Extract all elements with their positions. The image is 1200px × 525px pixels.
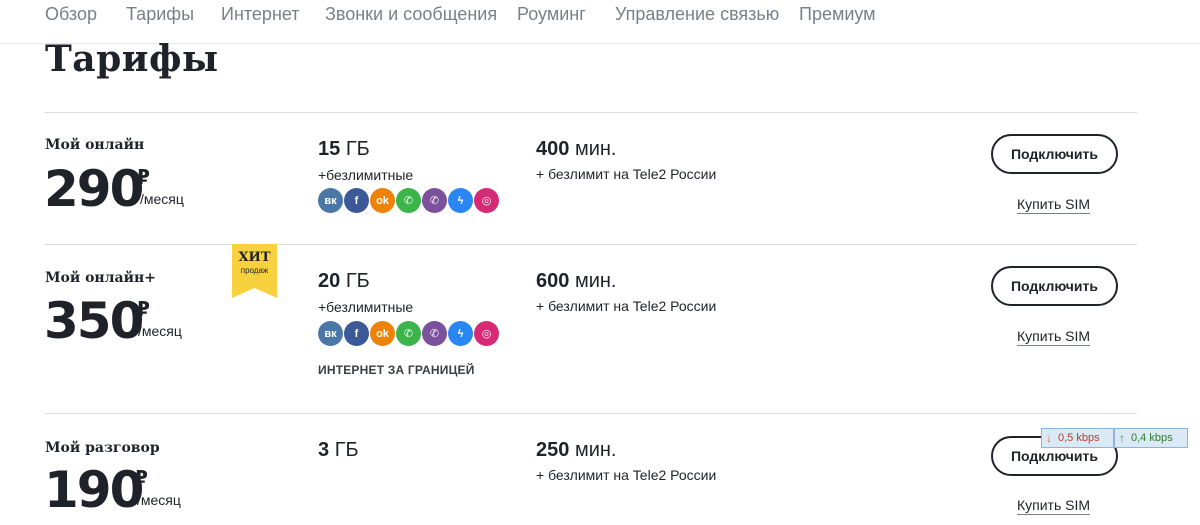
hit-badge-title: ХИТ [238,250,271,265]
data-unit: ГБ [345,138,370,160]
data-allowance: 20 ГБ [318,270,370,293]
minutes-amount: 400 [536,138,570,160]
download-speed-value: 0,5 kbps [1058,432,1100,444]
price-period: /месяц [140,191,184,207]
divider [45,244,1137,245]
messenger-icon: ϟ [448,188,473,213]
tariff-price: 290 [44,160,144,218]
data-allowance: 3 ГБ [318,439,359,462]
upload-speed-indicator: ↑ 0,4 kbps [1114,428,1188,448]
odnoklassniki-icon: ok [370,188,395,213]
tariff-name: Мой разговор [45,440,160,456]
messenger-icon: ϟ [448,321,473,346]
nav-item-calls-messages[interactable]: Звонки и сообщения [325,4,497,25]
facebook-icon: f [344,188,369,213]
data-unit: ГБ [345,270,370,292]
data-amount: 3 [318,439,330,461]
minutes-unit: мин. [574,270,617,292]
tariff-price: 190 [44,461,144,519]
tariff-name: Мой онлайн+ [45,270,156,286]
tariff-name: Мой онлайн [45,137,145,153]
divider [45,413,1137,414]
unlimited-apps: вк f ok ✆ ✆ ϟ ◎ [318,188,499,213]
nav-item-roaming[interactable]: Роуминг [517,4,586,25]
minutes-allowance: 250 мин. [536,439,616,462]
unlimited-label: +безлимитные [318,167,414,183]
vk-icon: вк [318,321,343,346]
minutes-amount: 250 [536,439,570,461]
viber-icon: ✆ [422,321,447,346]
upload-arrow-icon: ↑ [1119,431,1125,445]
instagram-icon: ◎ [474,321,499,346]
minutes-allowance: 600 мин. [536,270,616,293]
nav-item-internet[interactable]: Интернет [221,4,300,25]
data-allowance: 15 ГБ [318,138,370,161]
unlimited-apps: вк f ok ✆ ✆ ϟ ◎ [318,321,499,346]
hit-badge-subtitle: продаж [240,266,269,275]
nav-item-connection-management[interactable]: Управление связью [615,4,779,25]
data-amount: 20 [318,270,341,292]
download-arrow-icon: ↓ [1046,431,1052,445]
data-unit: ГБ [334,439,359,461]
currency-sign: ₽ [136,297,150,321]
unlimited-label: +безлимитные [318,299,414,315]
tariff-price: 350 [44,292,144,350]
vk-icon: вк [318,188,343,213]
connect-button[interactable]: Подключить [991,266,1118,306]
hit-badge: ХИТ продаж [232,244,277,298]
price-period: /месяц [137,492,181,508]
price-period: /месяц [138,323,182,339]
internet-abroad-label: ИНТЕРНЕТ ЗА ГРАНИЦЕЙ [318,363,475,377]
facebook-icon: f [344,321,369,346]
buy-sim-link[interactable]: Купить SIM [1017,497,1090,513]
nav-item-overview[interactable]: Обзор [45,4,97,25]
currency-sign: ₽ [136,165,150,189]
minutes-unit: мин. [574,439,617,461]
nav-item-tariffs[interactable]: Тарифы [126,4,194,25]
minutes-extra: + безлимит на Tele2 России [536,166,717,182]
instagram-icon: ◎ [474,188,499,213]
viber-icon: ✆ [422,188,447,213]
page-title: Тарифы [45,38,219,80]
minutes-unit: мин. [574,138,617,160]
minutes-amount: 600 [536,270,570,292]
data-amount: 15 [318,138,341,160]
minutes-extra: + безлимит на Tele2 России [536,467,717,483]
divider [45,112,1137,113]
buy-sim-link[interactable]: Купить SIM [1017,196,1090,212]
minutes-allowance: 400 мин. [536,138,616,161]
nav-item-premium[interactable]: Премиум [799,4,876,25]
connect-button[interactable]: Подключить [991,134,1118,174]
currency-sign: ₽ [134,466,148,490]
upload-speed-value: 0,4 kbps [1131,432,1173,444]
buy-sim-link[interactable]: Купить SIM [1017,328,1090,344]
whatsapp-icon: ✆ [396,188,421,213]
whatsapp-icon: ✆ [396,321,421,346]
download-speed-indicator: ↓ 0,5 kbps [1041,428,1114,448]
odnoklassniki-icon: ok [370,321,395,346]
minutes-extra: + безлимит на Tele2 России [536,298,717,314]
